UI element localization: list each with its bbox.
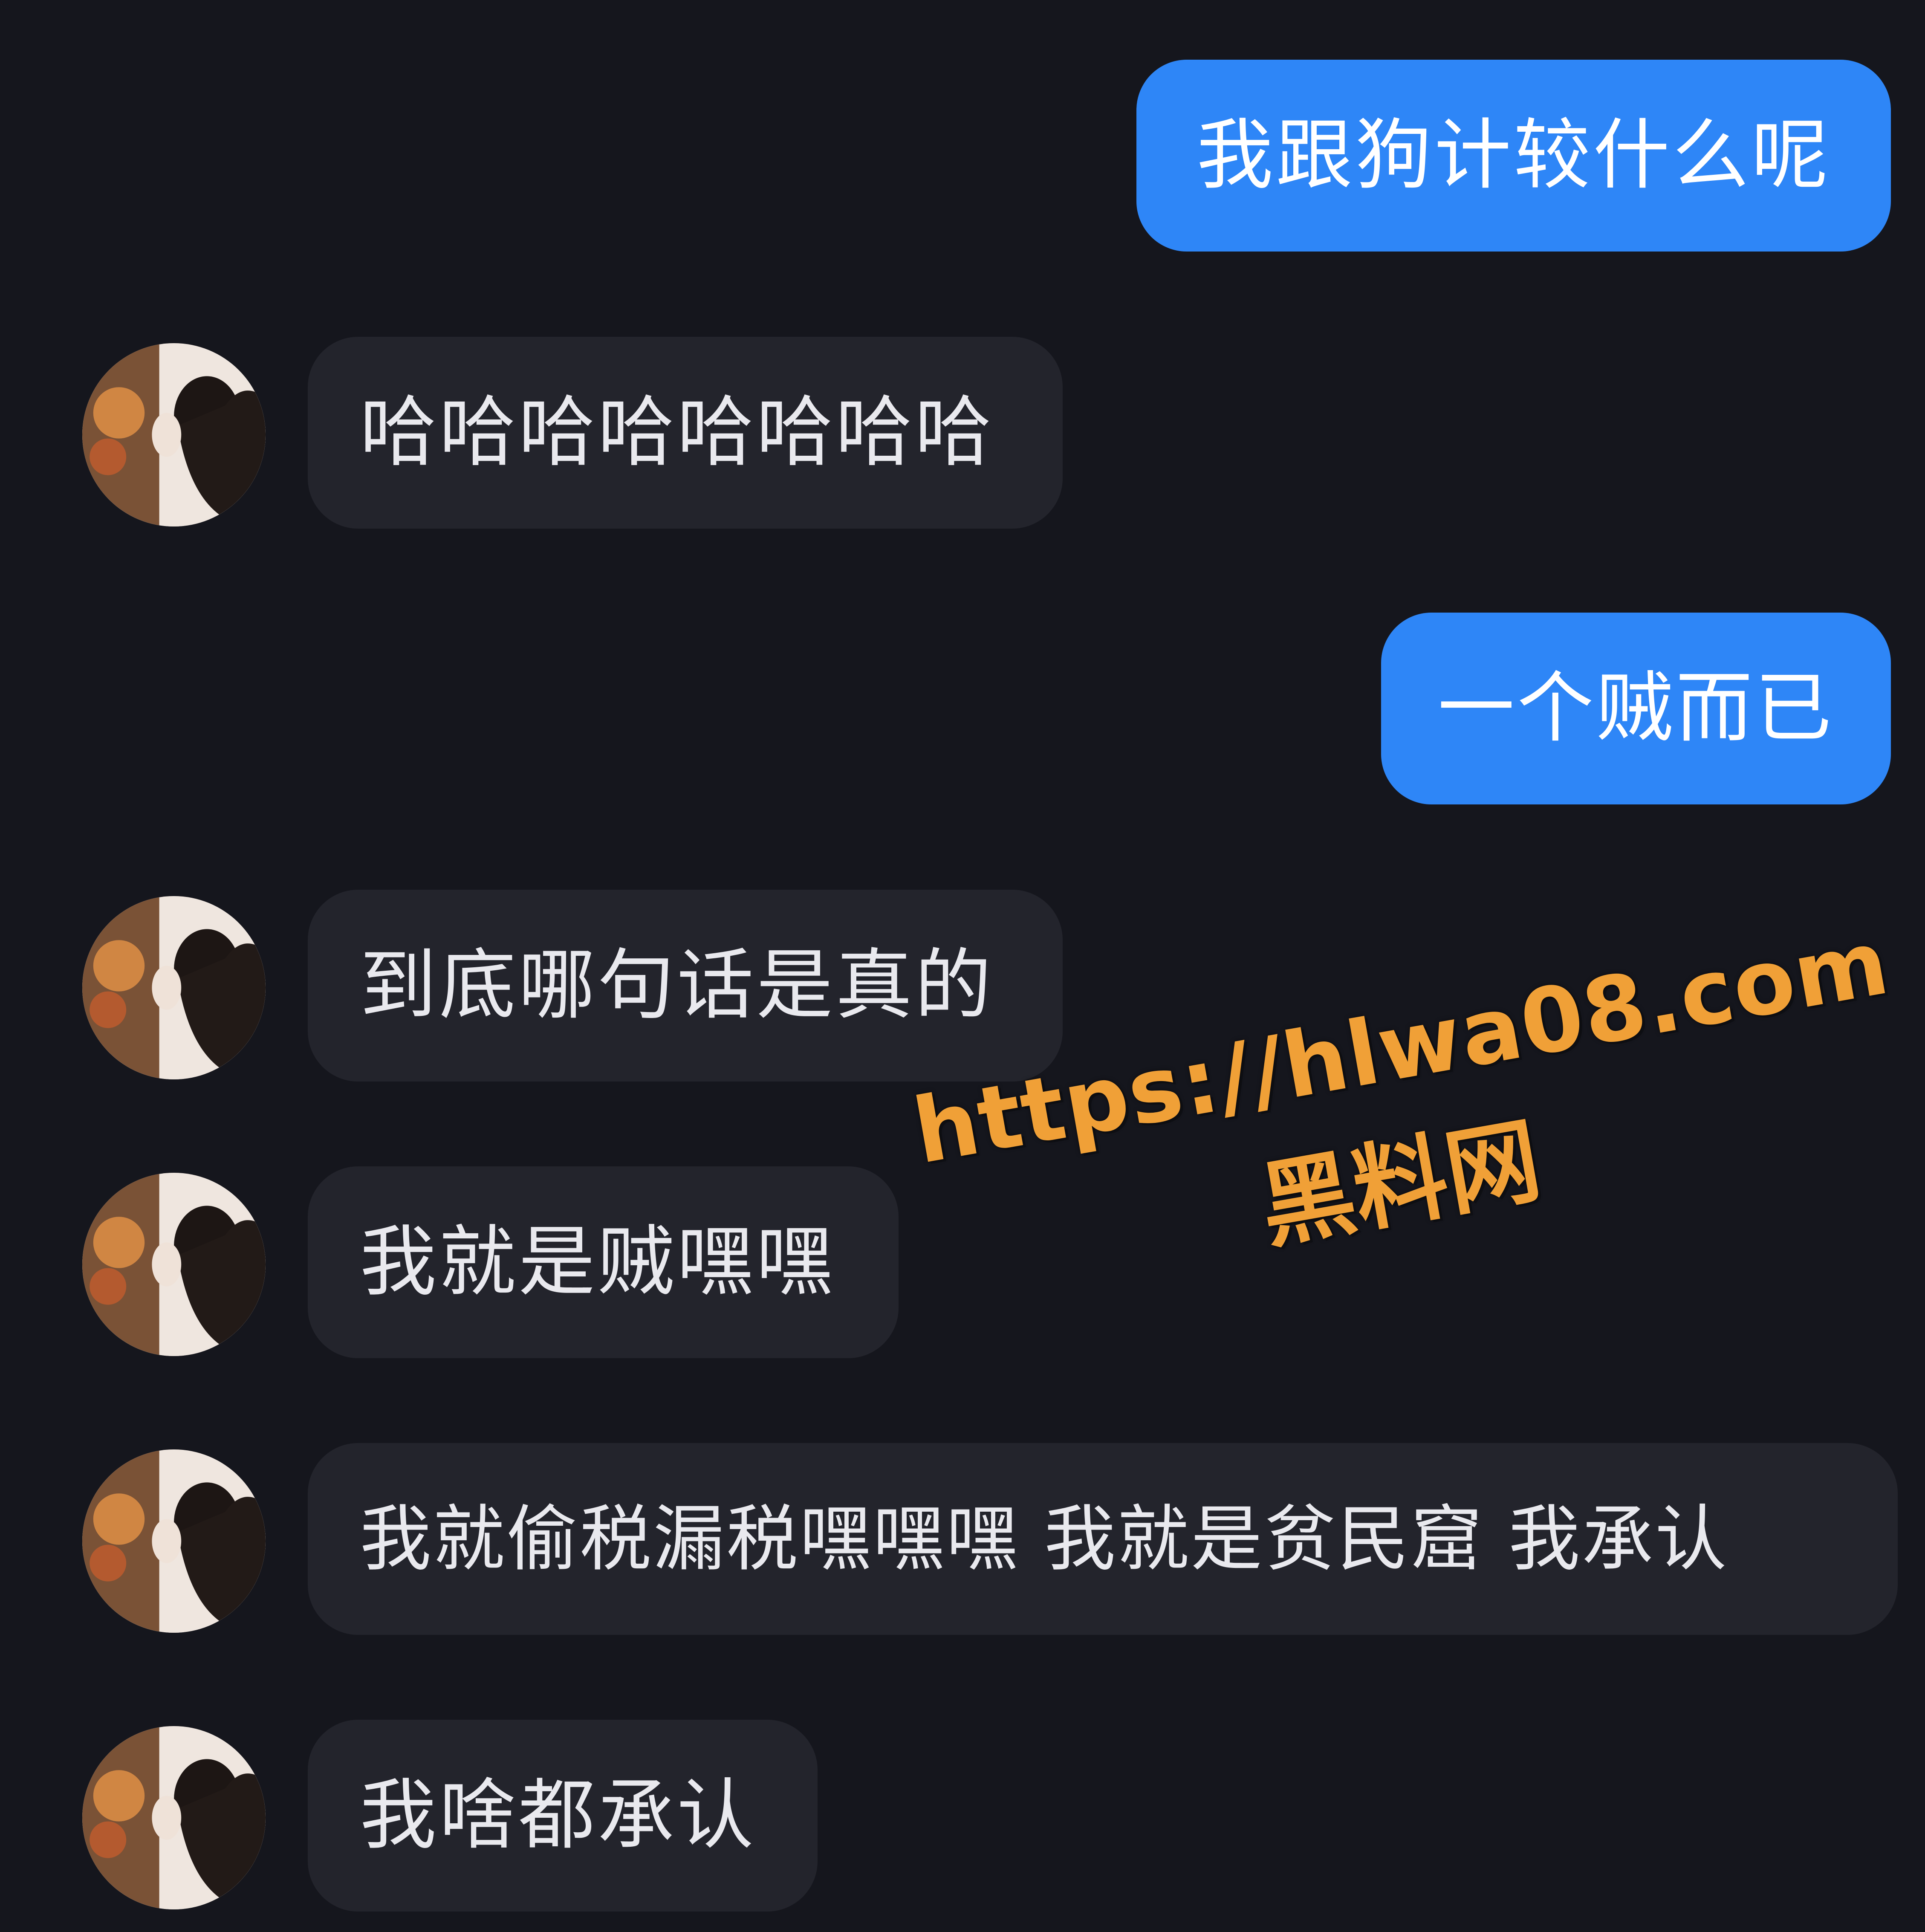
contact-avatar[interactable] bbox=[82, 896, 266, 1079]
message-text: 我跟狗计较什么呢 bbox=[1196, 111, 1831, 200]
received-message-bubble[interactable]: 我就是贼嘿嘿 bbox=[308, 1166, 899, 1358]
avatar-photo-icon bbox=[82, 343, 266, 526]
avatar-photo-icon bbox=[82, 1449, 266, 1633]
contact-avatar[interactable] bbox=[82, 1173, 266, 1356]
message-text: 到底哪句话是真的 bbox=[360, 941, 994, 1030]
contact-avatar[interactable] bbox=[82, 1449, 266, 1633]
message-text: 我就偷税漏税嘿嘿嘿 我就是贫民窟 我承认 bbox=[360, 1497, 1728, 1581]
message-text: 我啥都承认 bbox=[360, 1771, 757, 1860]
chat-thread: 我跟狗计较什么呢 哈哈哈哈哈哈哈哈 一个贼而已 到底哪句话是真的 我就是贼嘿嘿 … bbox=[0, 0, 1925, 1932]
contact-avatar[interactable] bbox=[82, 1726, 266, 1909]
sent-message-bubble[interactable]: 一个贼而已 bbox=[1381, 613, 1891, 804]
message-text: 我就是贼嘿嘿 bbox=[360, 1218, 836, 1307]
received-message-bubble[interactable]: 哈哈哈哈哈哈哈哈 bbox=[308, 337, 1063, 529]
sent-message-bubble[interactable]: 我跟狗计较什么呢 bbox=[1136, 60, 1891, 252]
avatar-photo-icon bbox=[82, 1726, 266, 1909]
avatar-photo-icon bbox=[82, 1173, 266, 1356]
message-text: 哈哈哈哈哈哈哈哈 bbox=[360, 388, 994, 477]
received-message-bubble[interactable]: 到底哪句话是真的 bbox=[308, 890, 1063, 1082]
avatar-photo-icon bbox=[82, 896, 266, 1079]
message-text: 一个贼而已 bbox=[1437, 664, 1834, 753]
received-message-bubble[interactable]: 我就偷税漏税嘿嘿嘿 我就是贫民窟 我承认 bbox=[308, 1443, 1898, 1635]
contact-avatar[interactable] bbox=[82, 343, 266, 526]
received-message-bubble[interactable]: 我啥都承认 bbox=[308, 1720, 818, 1912]
